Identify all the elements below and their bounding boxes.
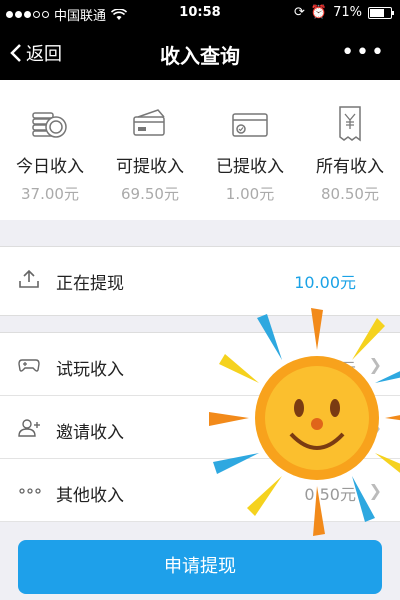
list-item-invite-income[interactable]: 邀请收入 ❯ [0, 396, 400, 459]
bank-card-icon [232, 113, 268, 137]
card-icon [133, 109, 165, 136]
rotation-lock-icon: ⟳ [294, 5, 305, 20]
stat-value: 1.00元 [225, 185, 275, 203]
income-list: 试玩收入 15.00元 ❯ 邀请收入 ❯ 其他收入 0.50元 ❯ [0, 332, 400, 522]
income-stats: 今日收入 37.00元 可提收入 69.50元 已提收入 1.00元 所有收入 … [0, 80, 400, 220]
withdrawing-label: 正在提现 [56, 274, 124, 294]
alarm-icon: ⏰ [310, 5, 328, 20]
stat-withdrawn-income[interactable]: 已提收入 1.00元 [200, 80, 300, 220]
stat-label: 今日收入 [16, 157, 84, 177]
status-bar: 中国联通 10:58 ⟳ ⏰ 71% [0, 0, 400, 26]
stat-label: 可提收入 [116, 157, 184, 177]
stat-value: 37.00元 [21, 185, 79, 203]
upload-icon [19, 269, 39, 288]
nav-bar: 返回 收入查询 ••• [0, 26, 400, 80]
battery-icon [368, 6, 394, 19]
stat-today-income[interactable]: 今日收入 37.00元 [0, 80, 100, 220]
page-title: 收入查询 [160, 44, 240, 68]
chevron-right-icon: ❯ [368, 418, 382, 437]
list-item-label: 其他收入 [56, 486, 124, 506]
chevron-right-icon: ❯ [368, 355, 382, 374]
stat-total-income[interactable]: 所有收入 80.50元 [300, 80, 400, 220]
chevron-right-icon: ❯ [368, 481, 382, 500]
stat-label: 已提收入 [216, 157, 284, 177]
stat-label: 所有收入 [316, 157, 384, 177]
more-button[interactable]: ••• [341, 40, 386, 65]
list-item-label: 试玩收入 [56, 360, 124, 380]
apply-withdrawal-button[interactable]: 申请提现 [18, 540, 382, 594]
withdrawing-amount: 10.00元 [294, 273, 356, 292]
stat-value: 80.50元 [321, 185, 379, 203]
list-item-other-income[interactable]: 其他收入 0.50元 ❯ [0, 459, 400, 522]
coins-icon [32, 112, 67, 138]
yen-receipt-icon [339, 106, 361, 142]
gamepad-icon [18, 359, 40, 372]
withdrawing-row[interactable]: 正在提现 10.00元 [0, 246, 400, 316]
list-item-value: 15.00元 [294, 359, 356, 378]
stat-withdrawable-income[interactable]: 可提收入 69.50元 [100, 80, 200, 220]
battery-percent: 71% [333, 5, 362, 20]
stat-value: 69.50元 [121, 185, 179, 203]
add-user-icon [18, 419, 40, 437]
list-item-value: 0.50元 [304, 485, 356, 504]
more-dots-icon [19, 488, 41, 494]
list-item-label: 邀请收入 [56, 423, 124, 443]
list-item-trial-income[interactable]: 试玩收入 15.00元 ❯ [0, 333, 400, 396]
